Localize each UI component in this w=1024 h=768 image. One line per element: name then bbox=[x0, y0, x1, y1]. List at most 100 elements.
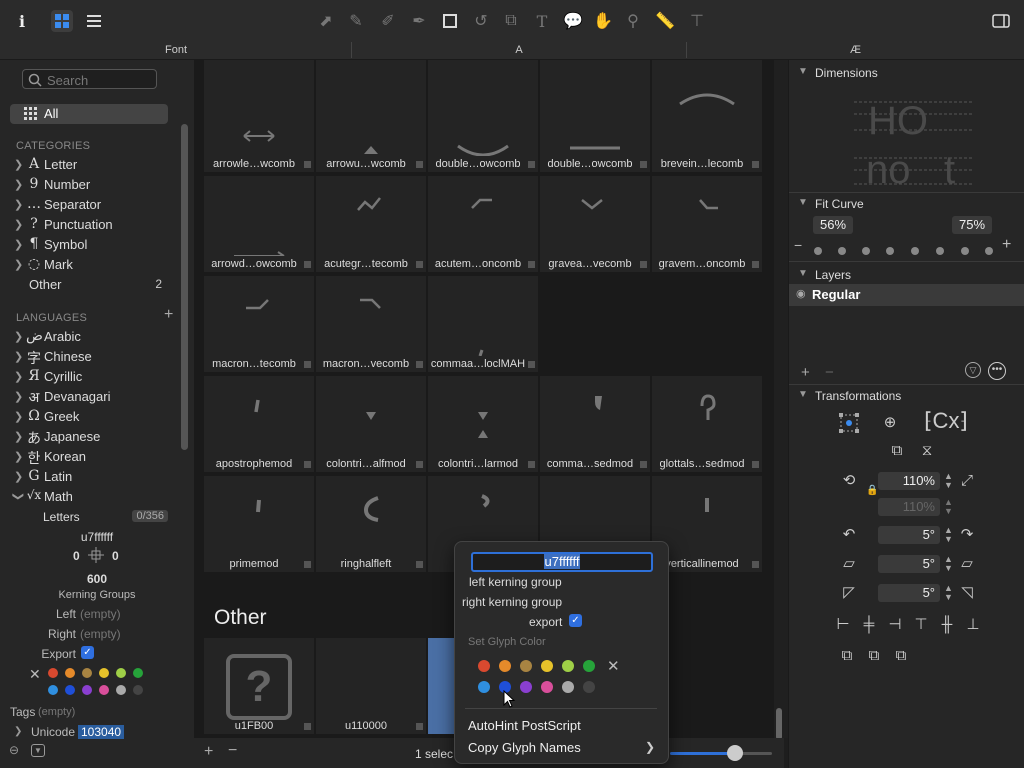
color-swatch-light-green[interactable] bbox=[116, 668, 126, 678]
bounding-box-origin-icon[interactable] bbox=[838, 412, 860, 434]
glyph-cell[interactable]: macron…tecomb bbox=[204, 276, 314, 372]
scale-up-icon[interactable]: ⤢ bbox=[956, 470, 978, 492]
color-swatch-brown[interactable] bbox=[82, 668, 92, 678]
glyph-cell[interactable]: primemod bbox=[204, 476, 314, 572]
glyph-width[interactable]: 600 bbox=[0, 572, 194, 586]
fit-curve-section[interactable]: ▼ Fit Curve bbox=[788, 193, 1024, 215]
transformations-section[interactable]: ▼ Transformations bbox=[788, 385, 1024, 407]
right-kerning-group-field[interactable]: right kerning group bbox=[462, 595, 562, 609]
slant-left-icon[interactable]: ◸ bbox=[838, 582, 860, 604]
unicode-value[interactable]: 103040 bbox=[78, 725, 125, 739]
grid-scrollbar[interactable] bbox=[776, 708, 782, 740]
color-swatch-orange[interactable] bbox=[65, 668, 75, 678]
crosshair-origin-icon[interactable]: ⊕ bbox=[879, 412, 901, 434]
slant-stepper[interactable]: ▲ ▼ bbox=[944, 584, 953, 602]
scale-y-field[interactable]: 110% bbox=[878, 498, 940, 516]
skew-right-icon[interactable]: ▱ bbox=[956, 553, 978, 575]
color-swatch-red[interactable] bbox=[48, 668, 58, 678]
chevron-right-icon[interactable]: ❯ bbox=[14, 470, 23, 483]
glyph-cell[interactable]: double…owcomb bbox=[428, 76, 538, 172]
skew-field[interactable]: 5° bbox=[878, 555, 940, 573]
left-sidebearing[interactable]: 0 bbox=[73, 549, 80, 563]
color-swatch-purple[interactable] bbox=[520, 681, 532, 693]
chevron-right-icon[interactable]: ❯ bbox=[14, 258, 23, 271]
right-group-value[interactable]: (empty) bbox=[80, 627, 121, 641]
rotate-stepper[interactable]: ▲ ▼ bbox=[944, 526, 953, 544]
sidebar-item-devanagari[interactable]: ❯ अ Devanagari bbox=[14, 388, 174, 408]
color-swatch-light-gray[interactable] bbox=[116, 685, 126, 695]
tab-a[interactable]: A bbox=[352, 40, 686, 60]
export-checkbox[interactable]: ✓ bbox=[81, 646, 94, 659]
rotate-ccw-icon[interactable]: ↶ bbox=[838, 524, 860, 546]
chevron-down-icon[interactable]: ▼ bbox=[798, 268, 808, 279]
add-language-icon[interactable]: + bbox=[164, 306, 173, 324]
slant-right-icon[interactable]: ◹ bbox=[956, 582, 978, 604]
slant-field[interactable]: 5° bbox=[878, 584, 940, 602]
glyph-cell[interactable]: apostrophemod bbox=[204, 376, 314, 472]
glyph-cell[interactable]: glottals…sedmod bbox=[652, 376, 762, 472]
chevron-right-icon[interactable]: ❯ bbox=[14, 390, 23, 403]
color-swatch-dark-green[interactable] bbox=[583, 660, 595, 672]
left-group-value[interactable]: (empty) bbox=[80, 607, 121, 621]
sidebar-item-korean[interactable]: ❯ 한 Korean bbox=[14, 448, 174, 468]
select-tool-icon[interactable]: ⬈ bbox=[315, 10, 337, 32]
glyph-name-field[interactable]: u7ffffff bbox=[471, 552, 653, 572]
glyph-cell[interactable]: colontri…larmod bbox=[428, 376, 538, 472]
sidebar-item-greek[interactable]: ❯ Ω Greek bbox=[14, 408, 174, 428]
layers-section[interactable]: ▼ Layers bbox=[788, 264, 1024, 286]
sidebar-item-math[interactable]: ❯ √x Math bbox=[12, 488, 174, 508]
left-kerning-group-field[interactable]: left kerning group bbox=[469, 575, 562, 589]
chevron-down-icon[interactable]: ▼ bbox=[798, 197, 808, 208]
align-center-h-icon[interactable]: ╪ bbox=[858, 614, 880, 636]
color-swatch-light-blue[interactable] bbox=[48, 685, 58, 695]
color-swatch-red[interactable] bbox=[478, 660, 490, 672]
right-sidebearing[interactable]: 0 bbox=[112, 549, 119, 563]
chevron-right-icon[interactable]: ❯ bbox=[14, 430, 23, 443]
rotate-tool-icon[interactable]: ↺ bbox=[470, 10, 492, 32]
zoom-tool-icon[interactable]: ⚲ bbox=[622, 10, 644, 32]
fit-curve-low-value[interactable]: 56% bbox=[813, 216, 853, 234]
glyph-cell[interactable]: acutem…oncomb bbox=[428, 176, 538, 272]
add-glyph-icon[interactable]: + bbox=[204, 743, 213, 761]
sidebar-item-japanese[interactable]: ❯ あ Japanese bbox=[14, 428, 174, 448]
clear-color-icon[interactable]: ✕ bbox=[607, 657, 620, 675]
glyph-cell[interactable]: ringhalfleft bbox=[316, 476, 426, 572]
chevron-right-icon[interactable]: ❯ bbox=[14, 158, 23, 171]
color-swatch-magenta[interactable] bbox=[541, 681, 553, 693]
text-tool-icon[interactable]: T bbox=[531, 10, 553, 32]
sidebar-item-cyrillic[interactable]: ❯ Я Cyrillic bbox=[14, 368, 174, 388]
color-swatch-orange[interactable] bbox=[499, 660, 511, 672]
glyph-cell[interactable]: u110000 bbox=[316, 638, 426, 734]
sidebar-item-letter[interactable]: ❯ A Letter bbox=[14, 156, 174, 176]
chevron-right-icon[interactable]: ❯ bbox=[14, 238, 23, 251]
increase-curve-icon[interactable]: + bbox=[1002, 236, 1011, 254]
glyph-cell[interactable]: commaa…loclMAH bbox=[428, 276, 538, 372]
filter-icon[interactable]: ▽ bbox=[965, 362, 981, 378]
info-icon[interactable]: i bbox=[11, 10, 33, 32]
color-swatch-brown[interactable] bbox=[520, 660, 532, 672]
sidebar-item-all[interactable]: All bbox=[10, 104, 168, 124]
align-bottom-icon[interactable]: ⊥ bbox=[962, 614, 984, 636]
fit-curve-high-value[interactable]: 75% bbox=[952, 216, 992, 234]
scale-icon[interactable]: ⟲ bbox=[838, 470, 860, 492]
scale-x-stepper[interactable]: ▲ ▼ bbox=[944, 472, 953, 490]
lock-icon[interactable]: 🔒 bbox=[866, 485, 878, 496]
export-checkbox[interactable]: ✓ bbox=[569, 614, 582, 627]
glyph-cell[interactable]: comma…sedmod bbox=[540, 376, 650, 472]
chevron-right-icon[interactable]: ❯ bbox=[14, 450, 23, 463]
sidebar-item-other[interactable]: Other 2 bbox=[14, 276, 174, 296]
pen-tool-icon[interactable]: ✎ bbox=[345, 10, 367, 32]
measure-tool-icon[interactable]: 📏 bbox=[654, 10, 676, 32]
align-top-icon[interactable]: ⊤ bbox=[910, 614, 932, 636]
color-swatch-purple[interactable] bbox=[82, 685, 92, 695]
brush-tool-icon[interactable]: ✒ bbox=[408, 10, 430, 32]
chevron-down-icon[interactable]: ▼ bbox=[798, 66, 808, 77]
color-swatch-light-blue[interactable] bbox=[478, 681, 490, 693]
color-swatch-dark-green[interactable] bbox=[133, 668, 143, 678]
glyph-cell[interactable]: arrowd…owcomb bbox=[204, 176, 314, 272]
sidebar-item-separator[interactable]: ❯ … Separator bbox=[14, 196, 174, 216]
glyph-cell[interactable]: ? u1FB00 bbox=[204, 638, 314, 734]
chevron-right-icon[interactable]: ❯ bbox=[14, 198, 23, 211]
color-swatch-yellow[interactable] bbox=[541, 660, 553, 672]
sidebar-item-mark[interactable]: ❯ ◌ Mark bbox=[14, 256, 174, 276]
